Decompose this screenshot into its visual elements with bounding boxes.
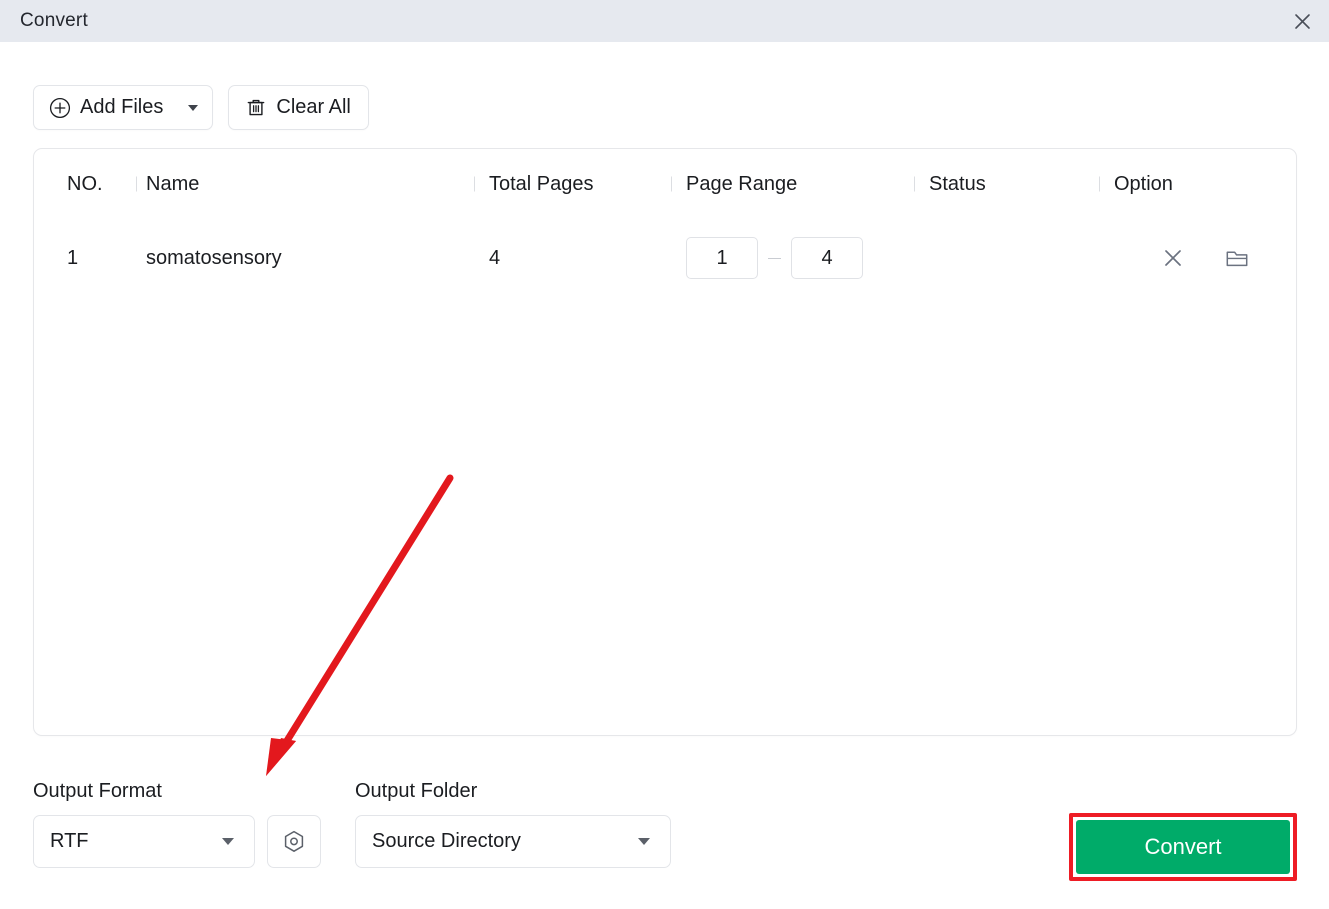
column-divider	[914, 176, 915, 192]
output-folder-group: Output Folder Source Directory	[355, 780, 671, 868]
column-header-total-pages: Total Pages	[489, 172, 594, 195]
output-format-group: Output Format RTF	[33, 780, 321, 868]
column-header-no: NO.	[67, 172, 103, 195]
column-header-name: Name	[146, 172, 200, 195]
output-format-select[interactable]: RTF	[33, 815, 255, 868]
close-icon	[1165, 250, 1181, 266]
clear-all-label: Clear All	[276, 96, 351, 118]
column-divider	[1099, 176, 1100, 192]
output-format-value: RTF	[50, 830, 89, 852]
output-folder-value: Source Directory	[372, 830, 521, 852]
chevron-down-icon[interactable]	[188, 104, 199, 111]
file-list-header: NO. Name Total Pages Page Range Status O…	[34, 149, 1296, 219]
column-header-option: Option	[1114, 172, 1173, 195]
column-divider	[474, 176, 475, 192]
format-settings-button[interactable]	[267, 815, 321, 868]
file-list-panel: NO. Name Total Pages Page Range Status O…	[33, 148, 1297, 736]
window-titlebar: Convert	[0, 0, 1329, 42]
window-title: Convert	[20, 10, 88, 31]
column-divider	[671, 176, 672, 192]
table-row[interactable]: 1 somatosensory 4	[34, 219, 1296, 297]
page-range-end-input[interactable]	[791, 237, 863, 279]
remove-file-button[interactable]	[1160, 245, 1186, 271]
add-files-button[interactable]: Add Files	[33, 85, 214, 130]
cell-name: somatosensory	[146, 246, 282, 269]
output-format-label: Output Format	[33, 780, 162, 802]
page-range-controls	[686, 237, 863, 279]
close-icon	[1294, 13, 1310, 29]
settings-hexagon-icon	[284, 830, 304, 852]
output-folder-label: Output Folder	[355, 780, 478, 802]
close-button[interactable]	[1287, 6, 1317, 36]
column-header-status: Status	[929, 172, 986, 195]
convert-button[interactable]: Convert	[1076, 820, 1290, 874]
toolbar: Add Files Clear All	[33, 85, 369, 130]
clear-all-button[interactable]: Clear All	[228, 85, 369, 130]
page-range-start-input[interactable]	[686, 237, 758, 279]
page-range-separator	[768, 257, 781, 259]
cell-total-pages: 4	[489, 246, 501, 269]
column-divider	[136, 176, 137, 192]
convert-dialog: Convert Add Files Clear All NO. Name Tot…	[0, 0, 1329, 909]
folder-icon	[1226, 251, 1248, 267]
cell-no: 1	[67, 246, 79, 269]
open-folder-button[interactable]	[1224, 245, 1250, 271]
chevron-down-icon	[222, 838, 234, 845]
plus-circle-icon	[49, 97, 71, 118]
add-files-label: Add Files	[80, 96, 164, 118]
trash-icon	[248, 99, 265, 115]
column-header-page-range: Page Range	[686, 172, 798, 195]
row-actions	[1160, 245, 1250, 271]
chevron-down-icon	[638, 838, 650, 845]
output-folder-select[interactable]: Source Directory	[355, 815, 671, 868]
